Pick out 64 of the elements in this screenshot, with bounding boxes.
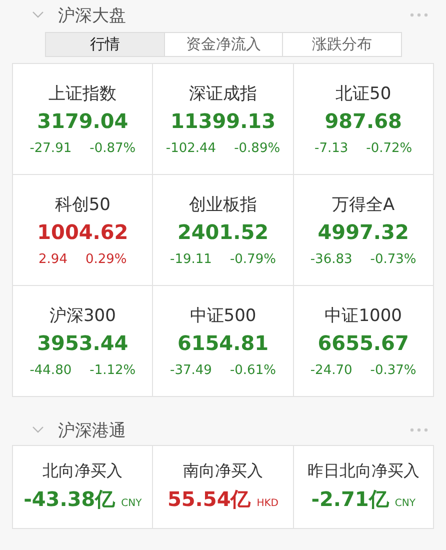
flow-value: -43.38亿: [24, 486, 116, 513]
index-value: 2401.52: [177, 220, 269, 244]
change-percent: -0.73%: [370, 252, 416, 267]
change-value: -36.83: [310, 252, 352, 267]
index-name: 深证成指: [188, 83, 257, 105]
change-percent: -1.12%: [90, 363, 136, 378]
change-value: -7.13: [314, 141, 348, 156]
change-percent: -0.87%: [90, 141, 136, 156]
flow-name: 南向净买入: [182, 461, 263, 482]
index-card[interactable]: 上证指数 3179.04 -27.91 -0.87%: [13, 64, 152, 174]
index-value: 1004.62: [37, 220, 128, 244]
index-value: 6655.67: [318, 331, 409, 355]
change-percent: -0.72%: [366, 141, 412, 156]
change-value: -19.11: [170, 252, 212, 267]
chevron-down-icon[interactable]: [32, 426, 44, 434]
more-icon[interactable]: [410, 428, 428, 432]
index-card[interactable]: 深证成指 11399.13 -102.44 -0.89%: [153, 64, 293, 174]
index-card[interactable]: 中证1000 6655.67 -24.70 -0.37%: [294, 286, 433, 396]
flow-card[interactable]: 南向净买入 55.54亿 HKD: [153, 446, 293, 528]
index-name: 中证500: [190, 305, 256, 327]
index-name: 中证1000: [324, 305, 402, 327]
index-name: 创业板指: [188, 194, 257, 216]
index-card[interactable]: 中证500 6154.81 -37.49 -0.61%: [153, 286, 293, 396]
flow-card[interactable]: 昨日北向净买入 -2.71亿 CNY: [294, 446, 433, 528]
index-card[interactable]: 科创50 1004.62 2.94 0.29%: [13, 175, 152, 285]
index-name: 上证指数: [48, 83, 117, 105]
index-value: 11399.13: [170, 109, 276, 133]
chevron-down-icon[interactable]: [32, 11, 44, 19]
index-value: 6154.81: [177, 331, 269, 355]
change-value: -44.80: [30, 363, 72, 378]
flow-value: -2.71亿: [311, 486, 389, 513]
change-value: -102.44: [166, 141, 216, 156]
change-percent: -0.89%: [234, 141, 280, 156]
flow-card[interactable]: 北向净买入 -43.38亿 CNY: [13, 446, 152, 528]
index-name: 万得全A: [332, 194, 395, 216]
index-value: 987.68: [324, 109, 402, 133]
index-value: 4997.32: [318, 220, 409, 244]
section-title: 沪深港通: [58, 420, 126, 442]
change-value: 2.94: [38, 252, 68, 267]
index-name: 北证50: [336, 83, 392, 105]
currency-label: HKD: [256, 498, 279, 509]
index-card[interactable]: 沪深300 3953.44 -44.80 -1.12%: [13, 286, 152, 396]
index-value: 3179.04: [37, 109, 128, 133]
index-card[interactable]: 北证50 987.68 -7.13 -0.72%: [294, 64, 433, 174]
index-card[interactable]: 创业板指 2401.52 -19.11 -0.79%: [153, 175, 293, 285]
index-card[interactable]: 万得全A 4997.32 -36.83 -0.73%: [294, 175, 433, 285]
currency-label: CNY: [394, 498, 416, 509]
index-value: 3953.44: [37, 331, 128, 355]
change-percent: -0.79%: [230, 252, 276, 267]
flow-name: 昨日北向净买入: [307, 461, 420, 482]
change-percent: -0.37%: [370, 363, 416, 378]
flow-value: 55.54亿: [167, 486, 251, 513]
change-percent: -0.61%: [230, 363, 276, 378]
section-title: 沪深大盘: [58, 4, 126, 26]
flow-name: 北向净买入: [42, 461, 123, 482]
index-name: 沪深300: [49, 305, 116, 327]
more-icon[interactable]: [410, 13, 428, 17]
currency-label: CNY: [121, 498, 142, 509]
index-name: 科创50: [54, 194, 110, 216]
change-value: -24.70: [310, 363, 352, 378]
tab[interactable]: 行情: [46, 33, 165, 56]
change-percent: 0.29%: [85, 252, 127, 267]
change-value: -37.49: [170, 363, 212, 378]
change-value: -27.91: [30, 141, 72, 156]
